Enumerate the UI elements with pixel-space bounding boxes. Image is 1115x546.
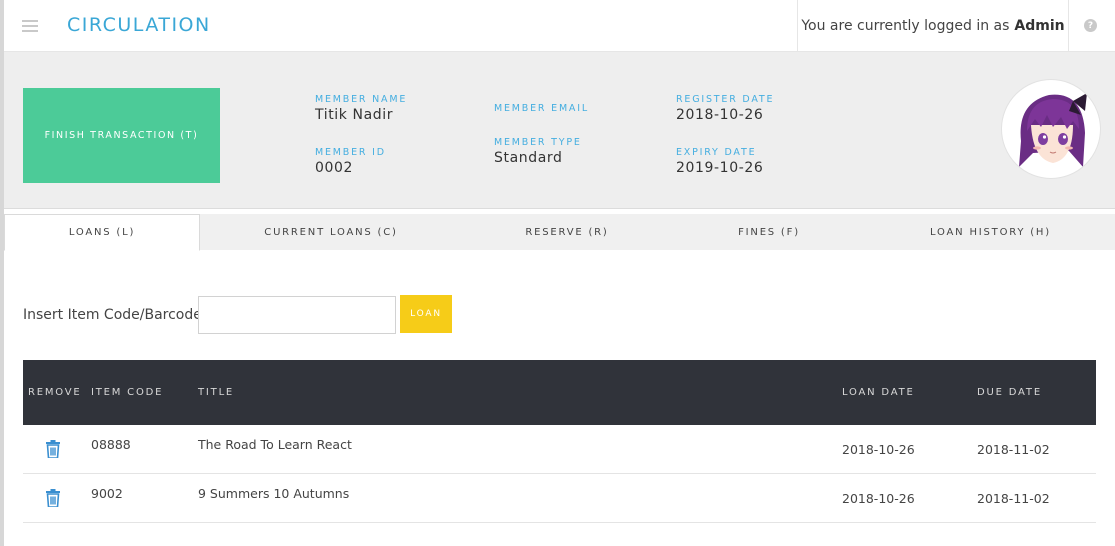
column-header-loan-date: LOAN DATE xyxy=(842,387,915,398)
expiry-date-field: EXPIRY DATE 2019-10-26 xyxy=(676,147,763,176)
member-name-field: MEMBER NAME Titik Nadir xyxy=(315,94,407,123)
menu-button[interactable] xyxy=(4,0,56,52)
tab-fines[interactable]: FINES (F) xyxy=(672,214,866,250)
member-id-label: MEMBER ID xyxy=(315,147,386,158)
loan-date-cell: 2018-10-26 xyxy=(842,491,915,506)
due-date-cell: 2018-11-02 xyxy=(977,491,1050,506)
trash-icon[interactable] xyxy=(45,440,61,458)
table-row: 08888 The Road To Learn React 2018-10-26… xyxy=(23,425,1096,474)
item-code-input[interactable] xyxy=(198,296,396,334)
member-name-value: Titik Nadir xyxy=(315,107,394,123)
item-code-cell: 08888 xyxy=(91,437,131,452)
item-code-cell: 9002 xyxy=(91,486,123,501)
current-user-name: Admin xyxy=(1014,18,1065,34)
register-date-value: 2018-10-26 xyxy=(676,107,764,123)
member-type-field: MEMBER TYPE Standard xyxy=(494,137,582,166)
member-avatar xyxy=(1001,79,1101,179)
hamburger-icon xyxy=(22,20,38,32)
member-email-label: MEMBER EMAIL xyxy=(494,103,589,114)
loan-table-header: REMOVE ITEM CODE TITLE LOAN DATE DUE DAT… xyxy=(23,360,1096,425)
column-header-due-date: DUE DATE xyxy=(977,387,1042,398)
tab-bar: LOANS (L) CURRENT LOANS (C) RESERVE (R) … xyxy=(4,214,1115,251)
member-type-label: MEMBER TYPE xyxy=(494,137,582,148)
member-name-label: MEMBER NAME xyxy=(315,94,408,105)
user-status: You are currently logged in as Admin xyxy=(797,0,1069,52)
expiry-date-value: 2019-10-26 xyxy=(676,160,764,176)
tab-reserve[interactable]: RESERVE (R) xyxy=(462,214,672,250)
column-header-title: TITLE xyxy=(198,387,235,398)
page-title: CIRCULATION xyxy=(67,14,211,36)
logged-in-text: You are currently logged in as xyxy=(801,18,1010,34)
column-header-item-code: ITEM CODE xyxy=(91,387,164,398)
loan-date-cell: 2018-10-26 xyxy=(842,442,915,457)
top-header: CIRCULATION You are currently logged in … xyxy=(4,0,1115,52)
register-date-label: REGISTER DATE xyxy=(676,94,775,105)
column-header-remove: REMOVE xyxy=(28,387,82,398)
finish-transaction-button[interactable]: FINISH TRANSACTION (T) xyxy=(23,88,220,183)
tab-current-loans[interactable]: CURRENT LOANS (C) xyxy=(200,214,462,250)
member-id-field: MEMBER ID 0002 xyxy=(315,147,386,176)
member-id-value: 0002 xyxy=(315,160,354,176)
question-circle-icon[interactable]: ? xyxy=(1084,19,1097,32)
loan-button[interactable]: LOAN xyxy=(400,295,452,333)
member-email-field: MEMBER EMAIL xyxy=(494,103,589,116)
register-date-field: REGISTER DATE 2018-10-26 xyxy=(676,94,774,123)
member-type-value: Standard xyxy=(494,150,563,166)
member-avatar-image xyxy=(1019,93,1087,167)
trash-icon[interactable] xyxy=(45,489,61,507)
tab-loan-history[interactable]: LOAN HISTORY (H) xyxy=(866,214,1115,250)
table-row: 9002 9 Summers 10 Autumns 2018-10-26 201… xyxy=(23,474,1096,523)
member-info-panel: FINISH TRANSACTION (T) MEMBER NAME Titik… xyxy=(4,52,1115,209)
item-code-label: Insert Item Code/Barcode : xyxy=(23,307,212,323)
title-cell: 9 Summers 10 Autumns xyxy=(198,486,350,501)
expiry-date-label: EXPIRY DATE xyxy=(676,147,757,158)
tab-loans[interactable]: LOANS (L) xyxy=(4,214,200,251)
due-date-cell: 2018-11-02 xyxy=(977,442,1050,457)
title-cell: The Road To Learn React xyxy=(198,437,352,452)
